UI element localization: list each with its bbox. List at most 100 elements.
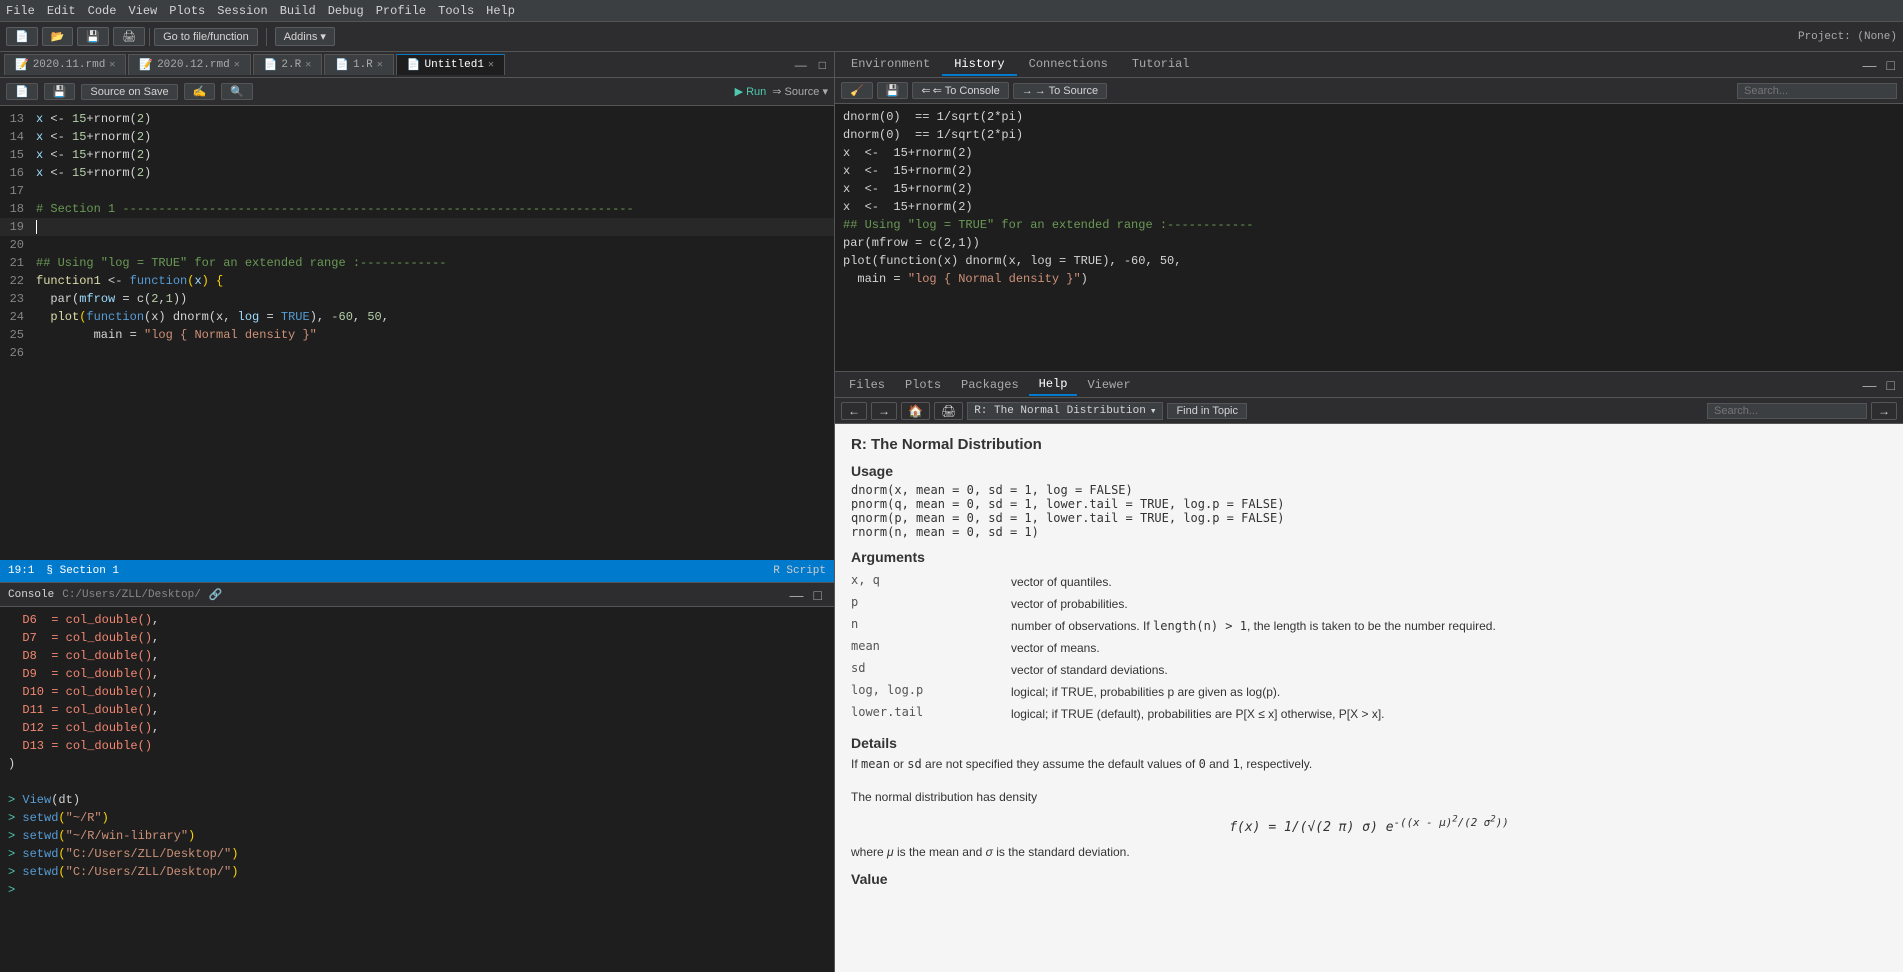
tab-help[interactable]: Help	[1029, 374, 1078, 396]
code-line-18: 18 # Section 1 -------------------------…	[0, 200, 834, 218]
go-to-file-button[interactable]: Go to file/function	[154, 28, 258, 46]
home-button[interactable]: 🏠	[901, 402, 930, 420]
menu-build[interactable]: Build	[280, 4, 316, 18]
close-tab-icon[interactable]: ✕	[488, 59, 494, 71]
menu-plots[interactable]: Plots	[169, 4, 205, 18]
history-toolbar: 🧹 💾 ⇐ ⇐ To Console → → To Source	[835, 78, 1903, 104]
print-button[interactable]: 🖨	[113, 27, 145, 46]
console-line: D11 = col_double(),	[8, 701, 826, 719]
console-line: D6 = col_double(),	[8, 611, 826, 629]
code-line-22: 22 function1 <- function(x) {	[0, 272, 834, 290]
main-toolbar: 📄 📂 💾 🖨 Go to file/function Addins ▾ Pro…	[0, 22, 1903, 52]
menu-view[interactable]: View	[128, 4, 157, 18]
history-line: x <- 15+rnorm(2)	[843, 162, 1895, 180]
tab-icon: 📄	[407, 58, 421, 72]
right-bottom-panel: Files Plots Packages Help Viewer — □ ← →…	[835, 372, 1903, 972]
addins-button[interactable]: Addins ▾	[275, 27, 335, 46]
new-script-button[interactable]: 📄	[6, 83, 38, 100]
back-button[interactable]: ←	[841, 402, 867, 420]
arg-name: mean	[851, 637, 1011, 659]
history-line: dnorm(0) == 1/sqrt(2*pi)	[843, 108, 1895, 126]
tab-packages[interactable]: Packages	[951, 375, 1029, 395]
tab-tutorial[interactable]: Tutorial	[1120, 54, 1202, 76]
main-layout: 📝 2020.11.rmd ✕ 📝 2020.12.rmd ✕ 📄 2.R ✕ …	[0, 52, 1903, 972]
tab-2020-12-rmd[interactable]: 📝 2020.12.rmd ✕	[128, 54, 250, 75]
maximize-console-button[interactable]: □	[810, 587, 826, 603]
arg-row: n number of observations. If length(n) >…	[851, 615, 1887, 637]
right-top-tabs: Environment History Connections Tutorial…	[835, 52, 1903, 78]
cursor-position: 19:1	[8, 565, 34, 577]
tab-plots[interactable]: Plots	[895, 375, 951, 395]
arguments-table: x, q vector of quantiles. p vector of pr…	[851, 571, 1887, 725]
new-file-button[interactable]: 📄	[6, 27, 38, 46]
menu-help[interactable]: Help	[486, 4, 515, 18]
forward-button[interactable]: →	[871, 402, 897, 420]
topic-selector[interactable]: R: The Normal Distribution ▾	[967, 402, 1163, 420]
console-content[interactable]: D6 = col_double(), D7 = col_double(), D8…	[0, 607, 834, 972]
section-indicator: § Section 1	[46, 565, 119, 577]
help-search-input[interactable]	[1707, 403, 1867, 419]
source-on-save-button[interactable]: Source on Save	[81, 84, 177, 100]
find-topic-button[interactable]: Find in Topic	[1167, 403, 1247, 419]
tab-viewer[interactable]: Viewer	[1077, 375, 1140, 395]
search-button[interactable]: 🔍	[221, 83, 253, 100]
broom-button[interactable]: 🧹	[841, 82, 873, 99]
tab-2r[interactable]: 📄 2.R ✕	[253, 54, 323, 75]
menu-debug[interactable]: Debug	[328, 4, 364, 18]
minimize-console-button[interactable]: —	[786, 587, 808, 603]
close-tab-icon[interactable]: ✕	[305, 59, 311, 71]
save-history-button[interactable]: 💾	[877, 82, 909, 99]
close-tab-icon[interactable]: ✕	[377, 59, 383, 71]
bottom-tabs: Files Plots Packages Help Viewer — □	[835, 372, 1903, 398]
history-search-input[interactable]	[1737, 83, 1897, 99]
tab-connections[interactable]: Connections	[1017, 54, 1120, 76]
minimize-editor-button[interactable]: —	[791, 56, 811, 74]
editor-toolbar: 📄 💾 Source on Save ✍ 🔍 ▶ Run ⇒ Source ▾	[0, 78, 834, 106]
help-content: R: The Normal Distribution Usage dnorm(x…	[835, 424, 1903, 972]
source-button[interactable]: ⇒ Source ▾	[772, 85, 828, 98]
code-line-20: 20	[0, 236, 834, 254]
run-button[interactable]: ▶ Run	[735, 85, 767, 98]
details-title: Details	[851, 735, 1887, 751]
details-text-1: If mean or sd are not specified they ass…	[851, 755, 1887, 773]
project-label: Project: (None)	[1798, 31, 1897, 43]
maximize-editor-button[interactable]: □	[815, 56, 830, 74]
history-line: plot(function(x) dnorm(x, log = TRUE), -…	[843, 252, 1895, 270]
history-content[interactable]: dnorm(0) == 1/sqrt(2*pi) dnorm(0) == 1/s…	[835, 104, 1903, 371]
console-controls: — □	[786, 587, 826, 603]
menu-edit[interactable]: Edit	[47, 4, 76, 18]
help-search-go-button[interactable]: →	[1871, 402, 1897, 420]
to-source-button[interactable]: → → To Source	[1013, 83, 1107, 99]
tab-2020-11-rmd[interactable]: 📝 2020.11.rmd ✕	[4, 54, 126, 75]
code-editor[interactable]: 13 x <- 15+rnorm(2) 14 x <- 15+rnorm(2) …	[0, 106, 834, 560]
format-button[interactable]: ✍	[184, 83, 216, 100]
minimize-bottom-right-button[interactable]: —	[1859, 377, 1881, 393]
menu-file[interactable]: File	[6, 4, 35, 18]
to-console-button[interactable]: ⇐ ⇐ To Console	[912, 82, 1008, 99]
usage-line-3: qnorm(p, mean = 0, sd = 1, lower.tail = …	[851, 511, 1887, 525]
console-title: Console	[8, 589, 54, 601]
close-tab-icon[interactable]: ✕	[234, 59, 240, 71]
maximize-bottom-right-button[interactable]: □	[1883, 377, 1899, 393]
save-script-button[interactable]: 💾	[44, 83, 76, 100]
details-text-2: The normal distribution has density	[851, 788, 1887, 806]
tab-history[interactable]: History	[942, 54, 1016, 76]
menu-code[interactable]: Code	[88, 4, 117, 18]
open-file-button[interactable]: 📂	[42, 27, 74, 46]
close-tab-icon[interactable]: ✕	[109, 59, 115, 71]
menu-session[interactable]: Session	[217, 4, 267, 18]
arg-desc: vector of probabilities.	[1011, 593, 1887, 615]
tab-files[interactable]: Files	[839, 375, 895, 395]
arg-name: p	[851, 593, 1011, 615]
tab-untitled1[interactable]: 📄 Untitled1 ✕	[396, 54, 505, 75]
maximize-top-right-button[interactable]: □	[1883, 57, 1899, 73]
menu-tools[interactable]: Tools	[438, 4, 474, 18]
menu-profile[interactable]: Profile	[376, 4, 426, 18]
chevron-down-icon: ▾	[1150, 404, 1157, 418]
minimize-top-right-button[interactable]: —	[1859, 57, 1881, 73]
code-line-23: 23 par(mfrow = c(2,1))	[0, 290, 834, 308]
print-help-button[interactable]: 🖨	[934, 402, 963, 420]
save-button[interactable]: 💾	[77, 27, 109, 46]
tab-environment[interactable]: Environment	[839, 54, 942, 76]
tab-1r[interactable]: 📄 1.R ✕	[324, 54, 394, 75]
